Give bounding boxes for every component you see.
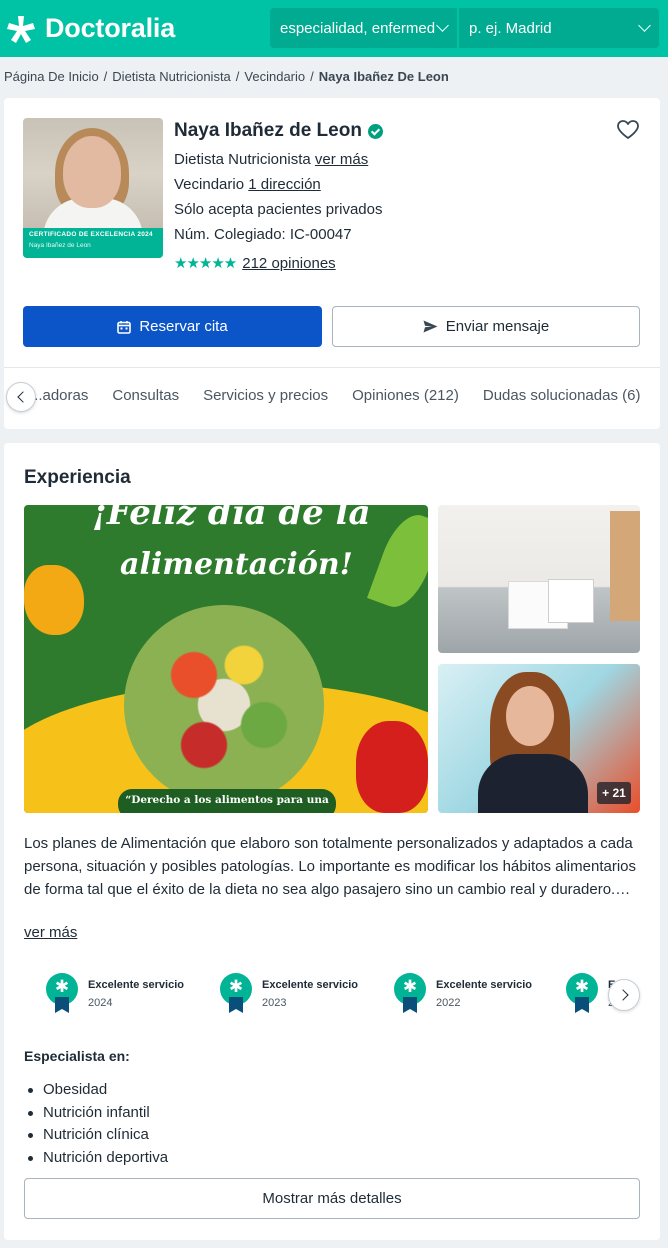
license-number: Núm. Colegiado: IC-00047 — [174, 226, 352, 243]
award-medal-icon: ✱ — [566, 973, 598, 1013]
tab-answered-questions[interactable]: Dudas solucionadas (6) — [483, 387, 641, 404]
award-year: 2023 — [262, 997, 287, 1009]
specialties-list: Obesidad Nutrición infantil Nutrición cl… — [24, 1079, 168, 1169]
description-see-more-link[interactable]: ver más — [24, 924, 77, 941]
breadcrumb: Página De Inicio / Dietista Nutricionist… — [4, 69, 449, 84]
show-more-details-button[interactable]: Mostrar más detalles — [24, 1178, 640, 1219]
specialty-value: especialidad, enfermed — [280, 19, 436, 37]
tabs-strip: ...adoras Consultas Servicios y precios … — [30, 387, 640, 404]
award-title: Excelente servicio — [436, 979, 533, 991]
doctoralia-logo[interactable]: Doctoralia — [5, 12, 175, 44]
specialist-title: Especialista en: — [24, 1048, 130, 1064]
send-icon — [423, 320, 438, 333]
rating-stars-icon: ★★★★★ — [174, 255, 237, 272]
location-select[interactable]: p. ej. Madrid — [459, 8, 659, 48]
address-link[interactable]: 1 dirección — [248, 176, 321, 193]
award-medal-icon: ✱ — [220, 973, 252, 1013]
award-item: ✱ Excelente servicio 2023 — [220, 973, 358, 1013]
tabs-scroll-left-button[interactable] — [6, 382, 36, 412]
top-bar: Doctoralia especialidad, enfermed p. ej.… — [0, 0, 668, 57]
experience-description: Los planes de Alimentación que elaboro s… — [24, 835, 636, 898]
awards-carousel: ✱ Excelente servicio 2024 ✱ Excelente se… — [24, 973, 660, 1021]
award-item: ✱ Excelente servicio 2022 — [394, 973, 532, 1013]
tab-reviews[interactable]: Opiniones (212) — [352, 387, 459, 404]
book-appointment-label: Reservar cita — [139, 318, 228, 335]
tab-services-prices[interactable]: Servicios y precios — [203, 387, 328, 404]
award-item: ✱ Excelente servicio 2024 — [46, 973, 184, 1013]
experience-title: Experiencia — [24, 467, 131, 488]
heart-favorite-icon[interactable] — [616, 118, 640, 142]
breadcrumb-separator: / — [310, 69, 314, 84]
specialty-item: Nutrición clínica — [24, 1124, 168, 1147]
image-quote: “Derecho a los alimentos para una — [118, 789, 336, 813]
breadcrumb-location[interactable]: Vecindario — [244, 69, 305, 84]
gallery-main-image[interactable]: ¡Feliz día de la alimentación! “Derecho … — [24, 505, 428, 813]
specialty-item: Nutrición deportiva — [24, 1147, 168, 1170]
gallery-office-image[interactable] — [438, 505, 640, 653]
gallery-portrait-image[interactable]: + 21 — [438, 664, 640, 813]
award-medal-icon: ✱ — [394, 973, 426, 1013]
logo-text: Doctoralia — [45, 12, 176, 43]
award-year: 2022 — [436, 997, 461, 1009]
award-title: Excelente servicio — [88, 979, 185, 991]
chevron-left-icon — [16, 391, 29, 403]
verified-check-icon — [367, 123, 383, 139]
certificate-title: CERTIFICADO DE EXCELENCIA 2024 — [29, 231, 153, 238]
breadcrumb-separator: / — [235, 69, 240, 84]
award-year: 2024 — [88, 997, 113, 1009]
profile-photo[interactable]: CERTIFICADO DE EXCELENCIA 2024 Naya Ibañ… — [23, 118, 163, 258]
tab-insurers[interactable]: ...adoras — [30, 387, 88, 404]
location-line: Vecindario 1 dirección — [174, 176, 321, 193]
calendar-icon — [117, 320, 132, 334]
private-patients-note: Sólo acepta pacientes privados — [174, 201, 383, 218]
breadcrumb-separator: / — [103, 69, 108, 84]
specialty-text: Dietista Nutricionista — [174, 151, 311, 168]
profile-tabs: ...adoras Consultas Servicios y precios … — [4, 368, 660, 428]
more-photos-badge[interactable]: + 21 — [597, 782, 631, 804]
send-message-label: Enviar mensaje — [445, 318, 550, 335]
specialty-item: Obesidad — [24, 1079, 168, 1102]
send-message-button[interactable]: Enviar mensaje — [332, 306, 640, 347]
specialty-item: Nutrición infantil — [24, 1102, 168, 1125]
chevron-down-icon — [638, 19, 651, 32]
breadcrumb-current: Naya Ibañez De Leon — [318, 69, 449, 84]
image-title-line2: alimentación! — [120, 547, 353, 582]
name-row: Naya Ibañez de Leon — [174, 120, 383, 142]
tab-consultations[interactable]: Consultas — [112, 387, 179, 404]
awards-next-button[interactable] — [608, 979, 640, 1011]
excellence-certificate-badge: CERTIFICADO DE EXCELENCIA 2024 Naya Ibañ… — [23, 228, 163, 258]
chevron-down-icon — [436, 19, 449, 32]
chevron-right-icon — [616, 989, 629, 1001]
award-medal-icon: ✱ — [46, 973, 78, 1013]
book-appointment-button[interactable]: Reservar cita — [23, 306, 322, 347]
rating-row: ★★★★★ 212 opiniones — [174, 254, 336, 273]
specialty-see-more-link[interactable]: ver más — [315, 151, 368, 168]
reviews-link[interactable]: 212 opiniones — [242, 255, 335, 272]
experience-card: Experiencia ¡Feliz día de la alimentació… — [4, 443, 660, 1240]
breadcrumb-specialty[interactable]: Dietista Nutricionista — [112, 69, 231, 84]
image-title-line1: ¡Feliz día de la — [92, 505, 371, 533]
specialty-select[interactable]: especialidad, enfermed — [270, 8, 457, 48]
logo-icon — [7, 16, 35, 43]
location-text: Vecindario — [174, 176, 245, 193]
award-title: Excelente servicio — [262, 979, 359, 991]
location-placeholder: p. ej. Madrid — [469, 19, 552, 37]
profile-card: CERTIFICADO DE EXCELENCIA 2024 Naya Ibañ… — [4, 98, 660, 429]
specialty-line: Dietista Nutricionista ver más — [174, 151, 368, 168]
breadcrumb-home[interactable]: Página De Inicio — [4, 69, 99, 84]
certificate-name: Naya Ibañez de Leon — [29, 242, 91, 249]
doctor-name[interactable]: Naya Ibañez de Leon — [174, 120, 362, 142]
